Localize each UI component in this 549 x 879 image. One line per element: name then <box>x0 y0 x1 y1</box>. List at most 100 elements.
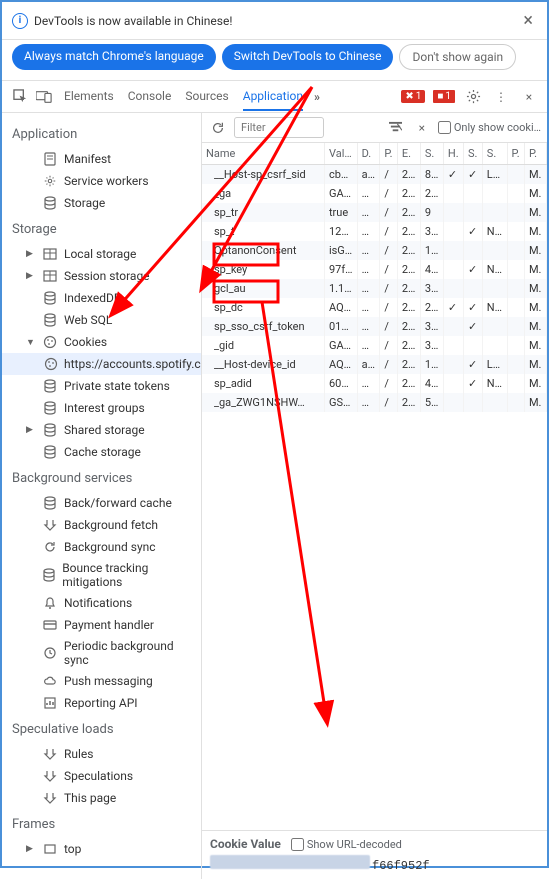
table-row[interactable]: _gidGA……/2…3…M. <box>202 336 547 355</box>
sidebar-item[interactable]: Bounce tracking mitigations <box>2 558 201 592</box>
sidebar-section: Speculative loads <box>2 714 201 743</box>
expand-icon[interactable]: ▶ <box>26 249 36 259</box>
expand-icon[interactable]: ▶ <box>26 271 36 281</box>
sidebar-item[interactable]: ▶Local storage <box>2 243 201 265</box>
inspect-icon[interactable] <box>10 87 30 107</box>
expand-icon[interactable]: ▼ <box>26 337 36 348</box>
sidebar-item[interactable]: Reporting API <box>2 692 201 714</box>
sidebar-item[interactable]: ▶Shared storage <box>2 419 201 441</box>
sidebar-item[interactable]: ▼Cookies <box>2 331 201 353</box>
column-header[interactable]: P. <box>524 143 546 165</box>
close-icon[interactable]: × <box>519 10 537 31</box>
table-cell: 1… <box>420 241 443 260</box>
table-row[interactable]: sp_t12……/2…3…✓N…M. <box>202 222 547 241</box>
tab-elements[interactable]: Elements <box>64 83 114 111</box>
tab-application[interactable]: Application <box>243 83 303 111</box>
sidebar-item-label: This page <box>64 791 116 805</box>
column-header[interactable]: S. <box>463 143 482 165</box>
switch-language-button[interactable]: Switch DevTools to Chinese <box>222 44 394 70</box>
table-row[interactable]: sp_key97f……/2…4…✓N…M. <box>202 260 547 279</box>
more-tabs-icon[interactable]: » <box>307 87 327 107</box>
column-header[interactable]: D. <box>357 143 380 165</box>
sidebar-item[interactable]: Payment handler <box>2 614 201 636</box>
db-icon <box>42 495 58 511</box>
table-row[interactable]: gcl_au1.1……/2…3…M. <box>202 279 547 298</box>
sidebar-item[interactable]: This page <box>2 787 201 809</box>
sidebar-item-label: Storage <box>64 196 105 210</box>
table-cell: 2… <box>397 336 420 355</box>
sidebar-item[interactable]: Back/forward cache <box>2 492 201 514</box>
clear-filter-icon[interactable] <box>386 118 406 138</box>
sidebar-item[interactable]: Background fetch <box>2 514 201 536</box>
gear-icon[interactable] <box>463 87 483 107</box>
tab-sources[interactable]: Sources <box>185 83 228 111</box>
sidebar-section: Frames <box>2 809 201 838</box>
only-show-cookies-checkbox[interactable]: Only show cooki… <box>438 121 541 134</box>
sidebar-item[interactable]: Speculations <box>2 765 201 787</box>
table-row[interactable]: __Host-device_idAQ…a…/2…1…✓L…M. <box>202 355 547 374</box>
refresh-icon[interactable] <box>208 118 228 138</box>
only-show-cookies-input[interactable] <box>438 121 451 134</box>
cookies-table[interactable]: NameVal…D.P.E.S.H.S.S.P.P. __Host-sp_csr… <box>202 143 547 412</box>
sidebar-item[interactable]: IndexedDB <box>2 287 201 309</box>
sidebar-item[interactable]: Service workers <box>2 170 201 192</box>
table-cell <box>443 184 463 203</box>
column-header[interactable]: Name <box>202 143 324 165</box>
filter-input[interactable] <box>234 117 324 138</box>
table-cell: ✓ <box>463 298 482 317</box>
issue-badge[interactable]: ■ 1 <box>433 90 455 103</box>
column-header[interactable]: S. <box>482 143 507 165</box>
sidebar-item[interactable]: Private state tokens <box>2 375 201 397</box>
sidebar-item[interactable]: https://accounts.spotify.co <box>2 353 201 375</box>
column-header[interactable]: P. <box>507 143 524 165</box>
sidebar-item[interactable]: Background sync <box>2 536 201 558</box>
table-cell: / <box>380 241 397 260</box>
sidebar-item[interactable]: Cache storage <box>2 441 201 463</box>
device-toggle-icon[interactable] <box>34 87 54 107</box>
sidebar-item[interactable]: Web SQL <box>2 309 201 331</box>
table-row[interactable]: OptanonConsentisG……/2…1…M. <box>202 241 547 260</box>
sidebar-item[interactable]: Storage <box>2 192 201 214</box>
clear-all-icon[interactable]: × <box>412 118 432 138</box>
table-row[interactable]: sp_trtrue…/2…9M. <box>202 203 547 222</box>
sidebar-item[interactable]: Rules <box>2 743 201 765</box>
sidebar-item[interactable]: ▶Session storage <box>2 265 201 287</box>
error-badge[interactable]: ✖ 1 <box>401 90 425 103</box>
sidebar-item-label: Web SQL <box>64 313 112 327</box>
table-cell <box>443 317 463 336</box>
column-header[interactable]: E. <box>397 143 420 165</box>
table-cell: 2… <box>397 222 420 241</box>
db-icon <box>41 567 56 583</box>
sidebar-item[interactable]: ▶top <box>2 838 201 860</box>
column-header[interactable]: S. <box>420 143 443 165</box>
tab-console[interactable]: Console <box>128 83 172 111</box>
table-row[interactable]: __Host-sp_csrf_sidcb…a…/2…8…✓✓L…M. <box>202 165 547 185</box>
db-icon <box>42 195 58 211</box>
table-cell <box>443 260 463 279</box>
show-url-decoded-checkbox[interactable]: Show URL-decoded <box>291 838 402 851</box>
column-header[interactable]: P. <box>380 143 397 165</box>
column-header[interactable]: Val… <box>324 143 357 165</box>
sidebar-item[interactable]: Interest groups <box>2 397 201 419</box>
table-cell: 2… <box>397 374 420 393</box>
match-language-button[interactable]: Always match Chrome's language <box>12 44 216 70</box>
table-row[interactable]: _gaGA……/2…2…M. <box>202 184 547 203</box>
close-panel-icon[interactable]: × <box>519 87 539 107</box>
table-row[interactable]: sp_adid60……/2…4…✓N…M. <box>202 374 547 393</box>
sidebar-item[interactable]: Manifest <box>2 148 201 170</box>
table-row[interactable]: sp_sso_csrf_token01……/2…3…✓M. <box>202 317 547 336</box>
expand-icon[interactable]: ▶ <box>26 425 36 435</box>
column-header[interactable]: H. <box>443 143 463 165</box>
expand-icon[interactable]: ▶ <box>26 844 36 854</box>
sync-icon <box>42 539 58 555</box>
kebab-icon[interactable]: ⋮ <box>491 87 511 107</box>
sidebar-item[interactable]: Push messaging <box>2 670 201 692</box>
table-cell: M. <box>524 298 546 317</box>
table-row[interactable]: _ga_ZWG1NSHW…GS……/2…5…M. <box>202 393 547 412</box>
sidebar-item-label: Service workers <box>64 174 149 188</box>
dont-show-button[interactable]: Don't show again <box>399 44 516 70</box>
table-row[interactable]: sp_dcAQ……/2…2…✓✓N…M. <box>202 298 547 317</box>
sidebar-item[interactable]: Notifications <box>2 592 201 614</box>
table-cell: M. <box>524 336 546 355</box>
sidebar-item[interactable]: Periodic background sync <box>2 636 201 670</box>
